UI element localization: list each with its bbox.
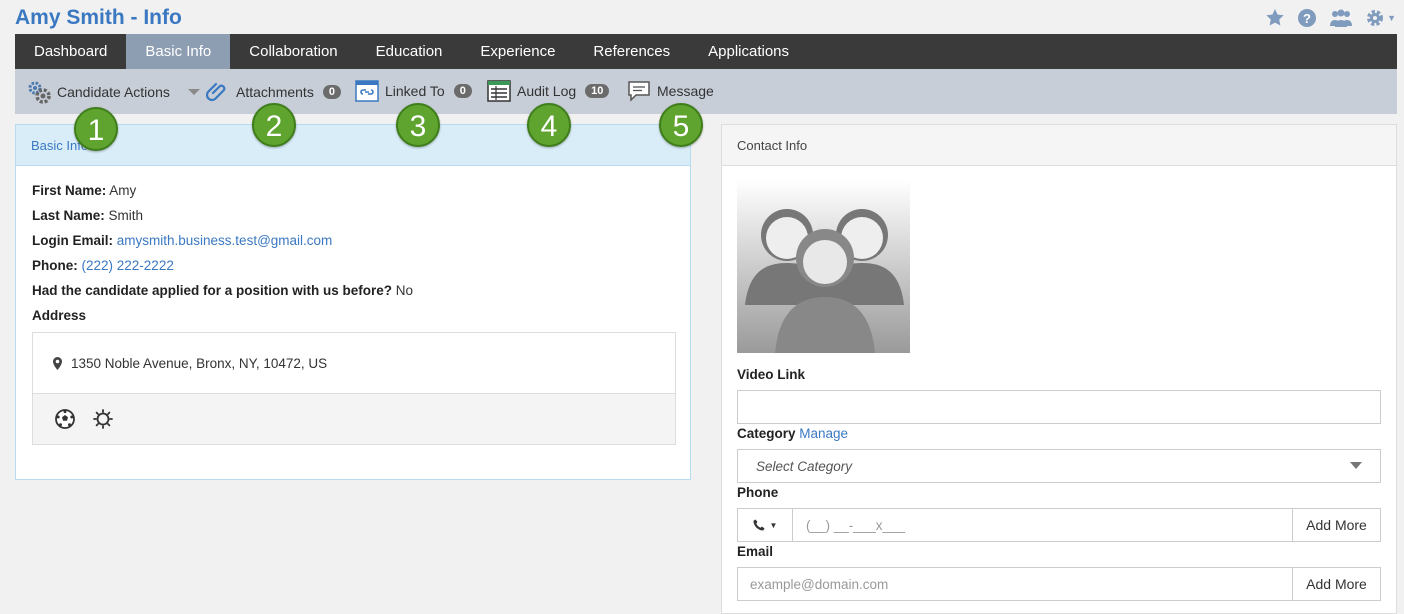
soccer-ball-icon[interactable] bbox=[55, 409, 75, 429]
phone-label-contact: Phone bbox=[737, 485, 779, 500]
login-email-row: Login Email: amysmith.business.test@gmai… bbox=[32, 233, 332, 248]
contact-info-heading: Contact Info bbox=[722, 125, 1396, 166]
audit-log-count-badge: 10 bbox=[585, 84, 610, 98]
basic-info-panel: Basic Info First Name: Amy Last Name: Sm… bbox=[15, 124, 691, 480]
category-select[interactable]: Select Category bbox=[737, 449, 1381, 483]
candidate-actions-label: Candidate Actions bbox=[57, 84, 170, 100]
callout-3: 3 bbox=[396, 103, 440, 147]
sun-icon[interactable] bbox=[93, 409, 113, 429]
attachments-button[interactable]: Attachments 0 bbox=[206, 80, 341, 104]
category-select-value: Select Category bbox=[756, 459, 853, 474]
tab-dashboard[interactable]: Dashboard bbox=[15, 34, 126, 69]
page-title: Amy Smith - Info bbox=[15, 6, 182, 29]
top-icons: ? ▼ bbox=[1265, 8, 1396, 28]
audit-log-button[interactable]: Audit Log 10 bbox=[487, 80, 610, 102]
audit-log-icon bbox=[487, 80, 511, 102]
attachments-count-badge: 0 bbox=[322, 85, 341, 99]
message-icon bbox=[628, 81, 650, 102]
phone-link[interactable]: (222) 222-2222 bbox=[82, 258, 174, 273]
address-line: 1350 Noble Avenue, Bronx, NY, 10472, US bbox=[53, 356, 327, 371]
gears-icon bbox=[28, 81, 51, 104]
settings-caret-icon[interactable]: ▼ bbox=[1387, 13, 1396, 23]
first-name-label: First Name: bbox=[32, 183, 107, 198]
tab-collaboration[interactable]: Collaboration bbox=[230, 34, 356, 69]
first-name-row: First Name: Amy bbox=[32, 183, 136, 198]
settings-gear-icon[interactable] bbox=[1365, 8, 1385, 28]
address-value: 1350 Noble Avenue, Bronx, NY, 10472, US bbox=[71, 356, 328, 371]
star-icon[interactable] bbox=[1265, 8, 1285, 28]
login-email-label: Login Email: bbox=[32, 233, 113, 248]
address-label: Address bbox=[32, 308, 87, 323]
tab-applications[interactable]: Applications bbox=[689, 34, 808, 69]
address-footer bbox=[33, 393, 675, 444]
callout-1: 1 bbox=[74, 107, 118, 151]
users-icon[interactable] bbox=[1329, 8, 1353, 28]
attachments-label: Attachments bbox=[236, 84, 314, 100]
chevron-down-icon: ▼ bbox=[769, 520, 778, 530]
action-bar: Candidate Actions Attachments 0 Linked T… bbox=[15, 69, 1397, 114]
email-label: Email bbox=[737, 544, 774, 559]
email-input-group: example@domain.com Add More bbox=[737, 567, 1381, 601]
video-link-input[interactable] bbox=[737, 390, 1381, 424]
tab-education[interactable]: Education bbox=[357, 34, 462, 69]
phone-icon bbox=[753, 519, 765, 531]
tab-experience[interactable]: Experience bbox=[461, 34, 574, 69]
phone-input[interactable]: (__) __-___x___ bbox=[806, 518, 905, 533]
tab-references[interactable]: References bbox=[574, 34, 689, 69]
callout-5: 5 bbox=[659, 103, 703, 147]
phone-input-group: ▼ (__) __-___x___ Add More bbox=[737, 508, 1381, 542]
main-nav: Dashboard Basic Info Collaboration Educa… bbox=[15, 34, 1397, 69]
message-button[interactable]: Message bbox=[627, 80, 714, 102]
tab-basic-info[interactable]: Basic Info bbox=[126, 34, 231, 69]
last-name-row: Last Name: Smith bbox=[32, 208, 143, 223]
message-label: Message bbox=[657, 83, 714, 99]
chevron-down-icon bbox=[187, 89, 200, 95]
audit-log-label: Audit Log bbox=[517, 83, 577, 99]
address-box: 1350 Noble Avenue, Bronx, NY, 10472, US bbox=[32, 332, 676, 445]
link-window-icon bbox=[355, 80, 379, 102]
login-email-link[interactable]: amysmith.business.test@gmail.com bbox=[117, 233, 333, 248]
help-icon[interactable]: ? bbox=[1297, 8, 1317, 28]
phone-type-dropdown[interactable]: ▼ bbox=[738, 509, 793, 541]
phone-row: Phone: (222) 222-2222 bbox=[32, 258, 174, 273]
category-label-row: Category Manage bbox=[737, 426, 848, 441]
avatar[interactable] bbox=[737, 180, 910, 353]
map-marker-icon bbox=[53, 357, 62, 370]
address-row: Address bbox=[32, 308, 86, 323]
first-name-value: Amy bbox=[109, 183, 137, 198]
email-input[interactable]: example@domain.com bbox=[750, 577, 888, 592]
title-bar: Amy Smith - Info ? ▼ bbox=[0, 0, 1404, 34]
chevron-down-icon bbox=[1350, 462, 1362, 469]
video-link-label: Video Link bbox=[737, 367, 806, 382]
linked-to-button[interactable]: Linked To 0 bbox=[355, 80, 472, 102]
phone-label: Phone: bbox=[32, 258, 78, 273]
contact-info-panel: Contact Info Video Link Category Manage … bbox=[721, 124, 1397, 614]
linked-to-label: Linked To bbox=[385, 83, 445, 99]
linked-to-count-badge: 0 bbox=[453, 84, 472, 98]
category-manage-link[interactable]: Manage bbox=[799, 426, 848, 441]
callout-2: 2 bbox=[252, 103, 296, 147]
applied-before-label: Had the candidate applied for a position… bbox=[32, 283, 393, 298]
callout-4: 4 bbox=[527, 103, 571, 147]
applied-before-value: No bbox=[395, 283, 414, 298]
candidate-actions-button[interactable]: Candidate Actions bbox=[27, 80, 200, 104]
last-name-value: Smith bbox=[108, 208, 144, 223]
paperclip-icon bbox=[206, 82, 226, 102]
email-add-more-button[interactable]: Add More bbox=[1292, 568, 1380, 600]
last-name-label: Last Name: bbox=[32, 208, 105, 223]
applied-before-row: Had the candidate applied for a position… bbox=[32, 283, 413, 298]
category-label: Category bbox=[737, 426, 796, 441]
svg-text:?: ? bbox=[1303, 11, 1311, 26]
phone-add-more-button[interactable]: Add More bbox=[1292, 509, 1380, 541]
